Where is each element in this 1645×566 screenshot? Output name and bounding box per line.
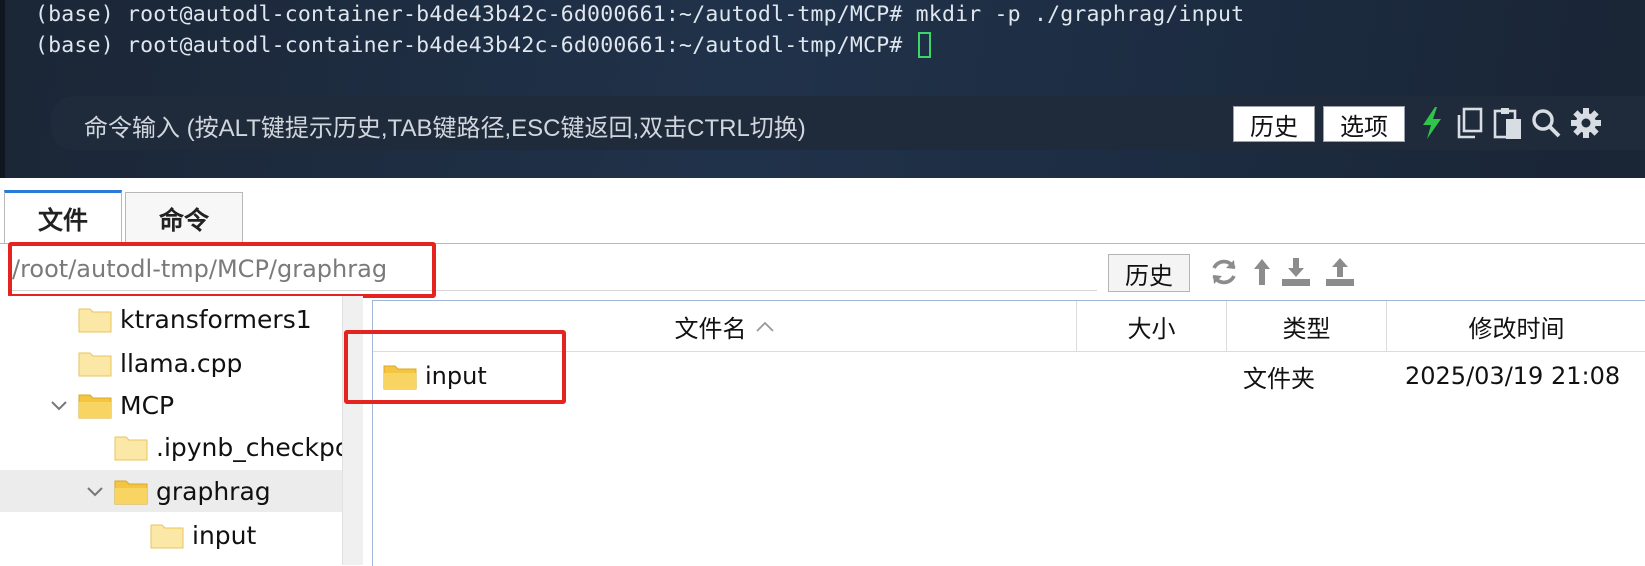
folder-icon bbox=[114, 436, 148, 461]
refresh-icon[interactable] bbox=[1208, 256, 1240, 288]
tree-item-mcp[interactable]: MCP bbox=[48, 384, 174, 426]
folder-open-icon bbox=[78, 394, 112, 419]
tree-item-input[interactable]: input bbox=[150, 514, 256, 556]
gear-icon[interactable] bbox=[1569, 105, 1603, 141]
tree-item-graphrag[interactable]: graphrag bbox=[0, 470, 342, 512]
column-header-label: 文件名 bbox=[674, 314, 747, 343]
copy-icon[interactable] bbox=[1453, 105, 1487, 141]
tab-files[interactable]: 文件 bbox=[4, 190, 122, 244]
folder-icon bbox=[78, 352, 112, 377]
terminal-panel[interactable]: (base) root@autodl-container-b4de43b42c-… bbox=[0, 0, 1645, 178]
highlight-box-path bbox=[8, 242, 436, 298]
command-history-button[interactable]: 历史 bbox=[1233, 106, 1315, 142]
folder-tree: ktransformers1 llama.cpp MCP .ipynb_chec… bbox=[0, 296, 349, 565]
command-input-placeholder[interactable]: 命令输入 (按ALT键提示历史,TAB键路径,ESC键返回,双击CTRL切换) bbox=[84, 108, 806, 143]
terminal-line-2: (base) root@autodl-container-b4de43b42c-… bbox=[35, 32, 931, 58]
up-arrow-icon[interactable] bbox=[1246, 256, 1278, 288]
tree-item-ipynb-checkpoints[interactable]: .ipynb_checkpc bbox=[114, 426, 349, 468]
lightning-icon[interactable] bbox=[1415, 105, 1449, 141]
command-input-bar[interactable]: 命令输入 (按ALT键提示历史,TAB键路径,ESC键返回,双击CTRL切换) … bbox=[51, 96, 1645, 150]
tree-item-llama-cpp[interactable]: llama.cpp bbox=[78, 342, 242, 384]
file-type: 文件夹 bbox=[1243, 364, 1315, 393]
highlight-box-input-folder bbox=[344, 330, 566, 404]
column-header-type[interactable]: 类型 bbox=[1227, 301, 1387, 351]
folder-open-icon bbox=[114, 480, 148, 505]
column-header-modified[interactable]: 修改时间 bbox=[1387, 301, 1645, 351]
tree-item-label: llama.cpp bbox=[120, 348, 243, 378]
chevron-down-icon[interactable] bbox=[84, 480, 106, 502]
tree-item-label: ktransformers1 bbox=[120, 304, 312, 334]
tree-item-label: MCP bbox=[120, 390, 175, 420]
tree-item-label: graphrag bbox=[156, 476, 271, 506]
tree-item-ktransformers1[interactable]: ktransformers1 bbox=[78, 298, 312, 340]
column-header-size[interactable]: 大小 bbox=[1077, 301, 1227, 351]
file-modified: 2025/03/19 21:08 bbox=[1405, 362, 1621, 390]
sort-ascending-icon bbox=[755, 321, 774, 332]
folder-icon bbox=[150, 524, 184, 549]
tree-item-label: input bbox=[192, 520, 257, 550]
upload-icon[interactable] bbox=[1324, 256, 1356, 288]
chevron-down-icon[interactable] bbox=[48, 394, 70, 416]
terminal-prompt: (base) root@autodl-container-b4de43b42c-… bbox=[35, 33, 916, 58]
download-icon[interactable] bbox=[1280, 256, 1312, 288]
tree-item-label: .ipynb_checkpc bbox=[156, 432, 349, 462]
terminal-line-1: (base) root@autodl-container-b4de43b42c-… bbox=[35, 2, 1245, 27]
terminal-cursor bbox=[917, 32, 931, 58]
search-icon[interactable] bbox=[1529, 105, 1563, 141]
path-history-button[interactable]: 历史 bbox=[1108, 254, 1190, 292]
tab-bar: 文件 命令 bbox=[0, 180, 1645, 244]
command-options-button[interactable]: 选项 bbox=[1323, 106, 1405, 142]
tab-commands[interactable]: 命令 bbox=[125, 192, 243, 244]
paste-icon[interactable] bbox=[1491, 105, 1525, 141]
folder-icon bbox=[78, 308, 112, 333]
